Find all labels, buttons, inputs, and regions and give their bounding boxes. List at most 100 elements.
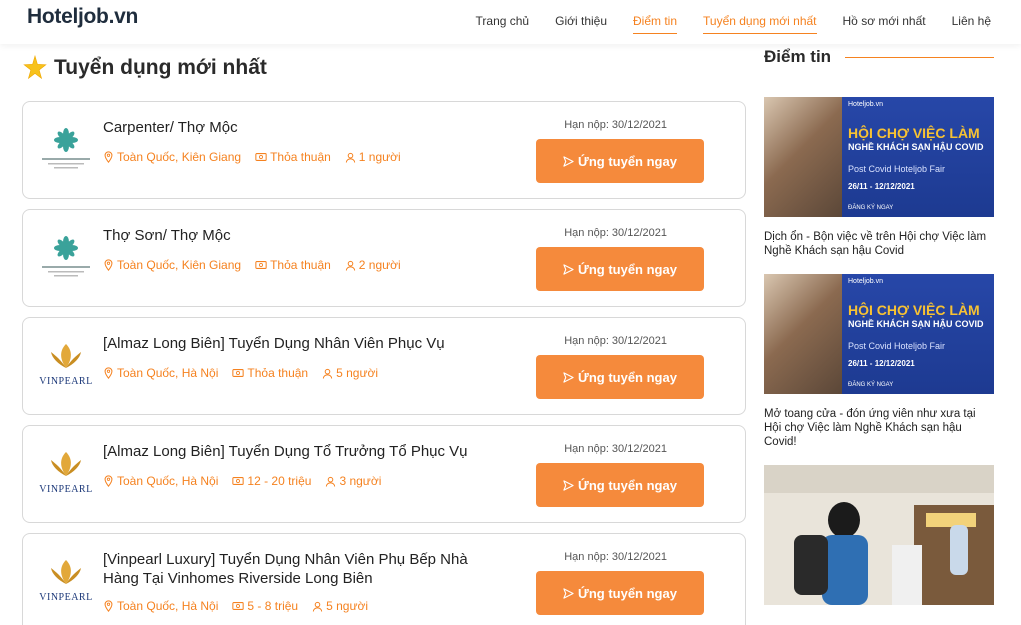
job-headcount: 1 người <box>345 150 401 164</box>
job-salary-text: Thỏa thuận <box>270 150 331 164</box>
job-deadline: Hạn nộp: 30/12/2021 <box>564 119 667 131</box>
svg-text:VINPEARL: VINPEARL <box>39 592 92 603</box>
vinpearl-logo[interactable]: VINPEARL <box>37 552 95 610</box>
job-title[interactable]: Carpenter/ Thợ Mộc <box>103 118 503 137</box>
location-pin-icon <box>104 475 113 487</box>
banner-brand: Hoteljob.vn <box>848 278 884 285</box>
person-icon <box>312 601 323 612</box>
job-card[interactable]: VINPEARL [Almaz Long Biên] Tuyển Dụng Tổ… <box>22 425 746 523</box>
job-headcount-text: 5 người <box>336 366 379 380</box>
nav-latest-jobs[interactable]: Tuyển dụng mới nhất <box>703 14 817 34</box>
site-logo[interactable]: Hoteljob.vn <box>27 5 138 29</box>
job-deadline: Hạn nộp: 30/12/2021 <box>564 551 667 563</box>
job-card[interactable]: Thợ Sơn/ Thợ Mộc Toàn Quốc, Kiên Giang T… <box>22 209 746 307</box>
logo-text[interactable]: Hoteljob.vn <box>27 5 138 28</box>
job-card[interactable]: VINPEARL [Almaz Long Biên] Tuyển Dụng Nh… <box>22 317 746 415</box>
money-icon <box>232 477 245 485</box>
banner-dates: 26/11 - 12/12/2021 <box>848 359 915 368</box>
job-meta: Toàn Quốc, Hà Nội Thỏa thuận 5 người <box>103 366 392 380</box>
job-deadline: Hạn nộp: 30/12/2021 <box>564 443 667 455</box>
job-meta: Toàn Quốc, Kiên Giang Thỏa thuận 1 người <box>103 150 415 164</box>
news-sidebar: Điểm tin Hoteljob.vn HỘI CHỢ VIỆC LÀM NG… <box>764 44 994 605</box>
money-icon <box>255 153 267 161</box>
news-thumbnail[interactable]: Hoteljob.vn HỘI CHỢ VIỆC LÀM NGHỀ KHÁCH … <box>764 274 994 394</box>
job-title[interactable]: Thợ Sơn/ Thợ Mộc <box>103 226 503 245</box>
location-pin-icon <box>104 151 113 163</box>
vinpearl-logo[interactable]: VINPEARL <box>37 444 95 502</box>
news-item[interactable]: Hoteljob.vn HỘI CHỢ VIỆC LÀM NGHỀ KHÁCH … <box>764 274 994 449</box>
send-icon <box>563 155 574 167</box>
section-title: Tuyển dụng mới nhất <box>54 56 267 79</box>
banner-subheadline: NGHỀ KHÁCH SẠN HẬU COVID <box>848 319 984 329</box>
job-salary: Thỏa thuận <box>232 366 308 380</box>
premier-residences-logo[interactable] <box>37 228 95 286</box>
money-icon <box>232 369 245 377</box>
fair-banner: Hoteljob.vn HỘI CHỢ VIỆC LÀM NGHỀ KHÁCH … <box>842 97 994 217</box>
job-salary-text: 5 - 8 triệu <box>247 599 299 613</box>
send-icon <box>563 587 574 599</box>
news-item[interactable]: Hoteljob.vn HỘI CHỢ VIỆC LÀM NGHỀ KHÁCH … <box>764 97 994 258</box>
person-icon <box>345 152 355 163</box>
banner-cta: ĐĂNG KÝ NGAY <box>848 205 894 211</box>
send-icon <box>563 479 574 491</box>
job-title[interactable]: [Almaz Long Biên] Tuyển Dụng Tổ Trưởng T… <box>103 442 503 461</box>
job-salary-text: 12 - 20 triệu <box>247 474 312 488</box>
job-salary-text: Thỏa thuận <box>270 258 331 272</box>
apply-button[interactable]: Ứng tuyển ngay <box>536 463 704 507</box>
site-header: Hoteljob.vn Trang chủ Giới thiệu Điểm ti… <box>0 0 1021 44</box>
job-card[interactable]: VINPEARL [Vinpearl Luxury] Tuyển Dụng Nh… <box>22 533 746 625</box>
news-thumbnail[interactable] <box>764 465 994 605</box>
nav-contact[interactable]: Liên hệ <box>952 14 991 34</box>
premier-residences-logo[interactable] <box>37 120 95 178</box>
job-headcount-text: 1 người <box>358 150 401 164</box>
send-icon <box>563 371 574 383</box>
location-pin-icon <box>104 367 113 379</box>
news-thumbnail[interactable]: Hoteljob.vn HỘI CHỢ VIỆC LÀM NGHỀ KHÁCH … <box>764 97 994 217</box>
job-deadline: Hạn nộp: 30/12/2021 <box>564 335 667 347</box>
job-location-text: Toàn Quốc, Kiên Giang <box>117 258 242 272</box>
nav-latest-profiles[interactable]: Hồ sơ mới nhất <box>843 14 926 34</box>
send-icon <box>563 263 574 275</box>
job-headcount: 3 người <box>325 474 381 488</box>
banner-headline: HỘI CHỢ VIỆC LÀM <box>848 302 980 318</box>
job-list: Carpenter/ Thợ Mộc Toàn Quốc, Kiên Giang… <box>22 101 746 625</box>
money-icon <box>232 602 245 610</box>
news-headline[interactable]: Dịch ổn - Bộn việc về trên Hội chợ Việc … <box>764 230 994 258</box>
fair-banner: Hoteljob.vn HỘI CHỢ VIỆC LÀM NGHỀ KHÁCH … <box>842 274 994 394</box>
banner-brand: Hoteljob.vn <box>848 101 884 108</box>
apply-button[interactable]: Ứng tuyển ngay <box>536 247 704 291</box>
news-item[interactable] <box>764 465 994 605</box>
job-card[interactable]: Carpenter/ Thợ Mộc Toàn Quốc, Kiên Giang… <box>22 101 746 199</box>
job-location-text: Toàn Quốc, Hà Nội <box>117 599 219 613</box>
news-headline[interactable]: Mở toang cửa - đón ứng viên như xưa tại … <box>764 407 994 449</box>
location-pin-icon <box>104 600 113 612</box>
sidebar-divider <box>845 56 994 58</box>
nav-news[interactable]: Điểm tin <box>633 14 678 34</box>
job-title[interactable]: [Almaz Long Biên] Tuyển Dụng Nhân Viên P… <box>103 334 503 353</box>
apply-button-label: Ứng tuyển ngay <box>578 261 677 277</box>
apply-button[interactable]: Ứng tuyển ngay <box>536 355 704 399</box>
hotel-lobby-photo <box>764 465 994 605</box>
apply-button[interactable]: Ứng tuyển ngay <box>536 571 704 615</box>
banner-event: Post Covid Hoteljob Fair <box>848 341 946 351</box>
job-location: Toàn Quốc, Kiên Giang <box>103 150 241 164</box>
job-salary-text: Thỏa thuận <box>247 366 309 380</box>
job-headcount: 5 người <box>322 366 378 380</box>
job-meta: Toàn Quốc, Hà Nội 12 - 20 triệu 3 người <box>103 474 395 488</box>
job-location-text: Toàn Quốc, Kiên Giang <box>117 150 242 164</box>
job-salary: 12 - 20 triệu <box>232 474 311 488</box>
job-meta: Toàn Quốc, Hà Nội 5 - 8 triệu 5 người <box>103 599 382 613</box>
job-salary: 5 - 8 triệu <box>232 599 298 613</box>
job-title[interactable]: [Vinpearl Luxury] Tuyển Dụng Nhân Viên P… <box>103 550 503 588</box>
nav-about[interactable]: Giới thiệu <box>555 14 607 34</box>
job-headcount-text: 3 người <box>339 474 382 488</box>
person-icon <box>322 368 333 379</box>
sidebar-header: Điểm tin <box>764 44 994 70</box>
apply-button[interactable]: Ứng tuyển ngay <box>536 139 704 183</box>
star-icon <box>23 55 47 80</box>
nav-home[interactable]: Trang chủ <box>476 14 530 34</box>
banner-headline: HỘI CHỢ VIỆC LÀM <box>848 125 980 141</box>
job-location-text: Toàn Quốc, Hà Nội <box>117 366 219 380</box>
vinpearl-logo[interactable]: VINPEARL <box>37 336 95 394</box>
job-location: Toàn Quốc, Hà Nội <box>103 366 218 380</box>
